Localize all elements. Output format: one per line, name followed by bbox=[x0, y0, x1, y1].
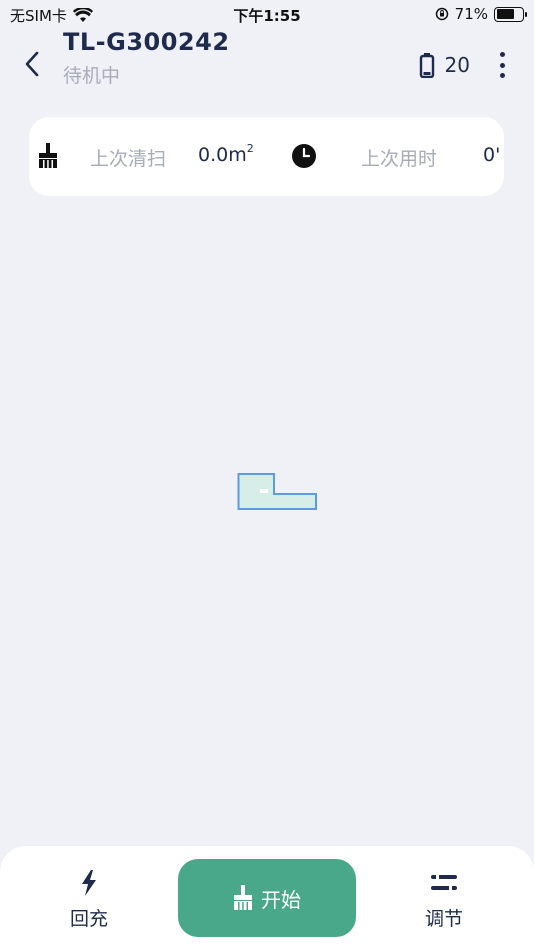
more-vertical-icon bbox=[499, 52, 505, 57]
adjust-button[interactable]: 调节 bbox=[399, 870, 489, 931]
device-battery: 20 bbox=[419, 52, 470, 78]
recharge-label: 回充 bbox=[69, 908, 108, 930]
device-title: TL-G300242 bbox=[63, 28, 230, 56]
cleaning-map[interactable] bbox=[237, 472, 319, 514]
area-unit-superscript: 2 bbox=[246, 142, 254, 155]
last-clean-label: 上次清扫 bbox=[90, 148, 167, 170]
battery-fill bbox=[496, 9, 515, 19]
back-button[interactable] bbox=[18, 48, 46, 80]
status-bar: 无SIM卡 下午1:55 71% bbox=[0, 0, 534, 30]
clock-icon bbox=[292, 144, 316, 168]
last-time-value: 0' bbox=[483, 144, 501, 166]
robot-marker bbox=[260, 489, 268, 493]
header: TL-G300242 待机中 20 bbox=[0, 28, 534, 88]
lightning-icon bbox=[82, 870, 96, 896]
bottom-nav: 回充 开始 调节 bbox=[0, 846, 534, 950]
battery-value: 20 bbox=[444, 53, 470, 77]
chevron-left-icon bbox=[25, 51, 39, 77]
battery-icon bbox=[419, 53, 434, 78]
recharge-button[interactable]: 回充 bbox=[44, 870, 134, 931]
clean-info-card: 上次清扫 0.0m2 上次用时 0' bbox=[29, 117, 504, 196]
last-clean-area: 0.0m bbox=[198, 144, 247, 166]
status-right: 71% bbox=[435, 5, 527, 23]
more-button[interactable] bbox=[492, 52, 512, 78]
start-button[interactable]: 开始 bbox=[178, 859, 356, 937]
adjust-label: 调节 bbox=[424, 908, 463, 930]
start-label: 开始 bbox=[261, 887, 301, 912]
battery-icon bbox=[494, 6, 527, 22]
broom-icon bbox=[39, 143, 57, 168]
sliders-icon bbox=[431, 875, 457, 890]
last-time-label: 上次用时 bbox=[361, 148, 438, 170]
battery-percent: 71% bbox=[454, 5, 488, 23]
broom-icon bbox=[234, 885, 252, 910]
orientation-lock-icon bbox=[435, 7, 448, 21]
device-status: 待机中 bbox=[63, 65, 121, 87]
last-clean-value: 0.0m2 bbox=[198, 142, 254, 166]
